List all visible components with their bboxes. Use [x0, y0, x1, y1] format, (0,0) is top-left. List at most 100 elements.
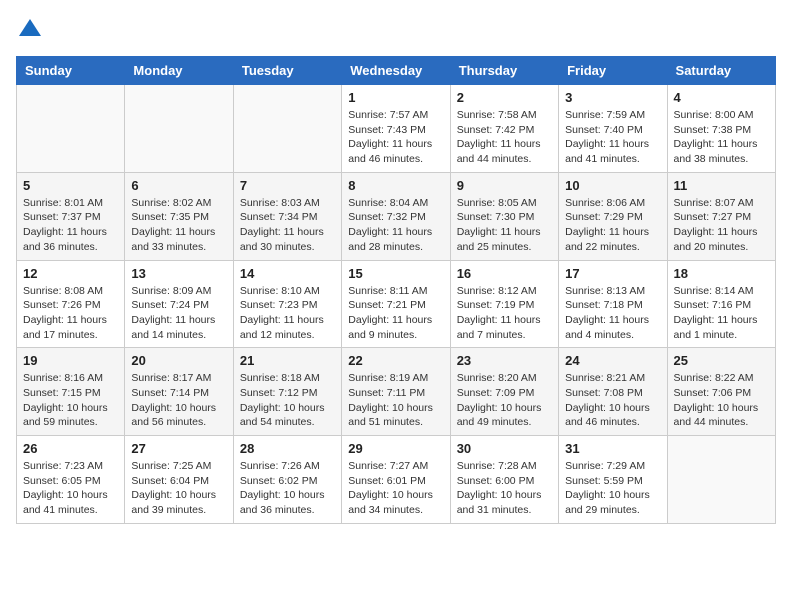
day-info: Sunrise: 7:27 AM Sunset: 6:01 PM Dayligh…: [348, 459, 443, 518]
day-info: Sunrise: 8:16 AM Sunset: 7:15 PM Dayligh…: [23, 371, 118, 430]
calendar-cell: 4 Sunrise: 8:00 AM Sunset: 7:38 PM Daylig…: [667, 85, 775, 173]
day-number: 4: [674, 90, 769, 105]
calendar-cell: 2Sunrise: 7:58 AM Sunset: 7:42 PM Daylig…: [450, 85, 558, 173]
day-info: Sunrise: 8:09 AM Sunset: 7:24 PM Dayligh…: [131, 284, 226, 343]
calendar-cell: 11Sunrise: 8:07 AM Sunset: 7:27 PM Dayli…: [667, 172, 775, 260]
logo: [16, 16, 48, 44]
calendar-cell: 26 Sunrise: 7:23 AM Sunset: 6:05 PM Dayli…: [17, 436, 125, 524]
calendar-cell: 25 Sunrise: 8:22 AM Sunset: 7:06 PM Dayli…: [667, 348, 775, 436]
calendar-week-row: 5 Sunrise: 8:01 AM Sunset: 7:37 PM Daylig…: [17, 172, 776, 260]
day-info: Sunrise: 7:28 AM Sunset: 6:00 PM Dayligh…: [457, 459, 552, 518]
day-number: 13: [131, 266, 226, 281]
calendar-cell: 23Sunrise: 8:20 AM Sunset: 7:09 PM Dayli…: [450, 348, 558, 436]
day-info: Sunrise: 8:22 AM Sunset: 7:06 PM Dayligh…: [674, 371, 769, 430]
calendar-week-row: 1 Sunrise: 7:57 AM Sunset: 7:43 PM Daylig…: [17, 85, 776, 173]
day-number: 31: [565, 441, 660, 456]
weekday-header-row: SundayMondayTuesdayWednesdayThursdayFrid…: [17, 57, 776, 85]
calendar-cell: 27 Sunrise: 7:25 AM Sunset: 6:04 PM Dayli…: [125, 436, 233, 524]
day-info: Sunrise: 8:12 AM Sunset: 7:19 PM Dayligh…: [457, 284, 552, 343]
day-number: 18: [674, 266, 769, 281]
day-number: 7: [240, 178, 335, 193]
page-header: [16, 16, 776, 44]
calendar-week-row: 19 Sunrise: 8:16 AM Sunset: 7:15 PM Dayli…: [17, 348, 776, 436]
day-number: 30: [457, 441, 552, 456]
calendar-cell: [17, 85, 125, 173]
day-number: 5: [23, 178, 118, 193]
day-info: Sunrise: 7:58 AM Sunset: 7:42 PM Dayligh…: [457, 108, 552, 167]
day-number: 25: [674, 353, 769, 368]
day-info: Sunrise: 7:26 AM Sunset: 6:02 PM Dayligh…: [240, 459, 335, 518]
day-number: 24: [565, 353, 660, 368]
calendar-cell: [125, 85, 233, 173]
day-number: 27: [131, 441, 226, 456]
calendar-cell: 9 Sunrise: 8:05 AM Sunset: 7:30 PM Daylig…: [450, 172, 558, 260]
calendar-cell: 13 Sunrise: 8:09 AM Sunset: 7:24 PM Dayli…: [125, 260, 233, 348]
day-info: Sunrise: 8:14 AM Sunset: 7:16 PM Dayligh…: [674, 284, 769, 343]
calendar-cell: 22Sunrise: 8:19 AM Sunset: 7:11 PM Dayli…: [342, 348, 450, 436]
calendar-cell: 19 Sunrise: 8:16 AM Sunset: 7:15 PM Dayli…: [17, 348, 125, 436]
day-number: 12: [23, 266, 118, 281]
weekday-header-monday: Monday: [125, 57, 233, 85]
calendar-cell: 7 Sunrise: 8:03 AM Sunset: 7:34 PM Daylig…: [233, 172, 341, 260]
day-number: 6: [131, 178, 226, 193]
day-number: 17: [565, 266, 660, 281]
calendar-cell: 5 Sunrise: 8:01 AM Sunset: 7:37 PM Daylig…: [17, 172, 125, 260]
weekday-header-friday: Friday: [559, 57, 667, 85]
day-number: 29: [348, 441, 443, 456]
calendar-cell: [667, 436, 775, 524]
day-info: Sunrise: 8:17 AM Sunset: 7:14 PM Dayligh…: [131, 371, 226, 430]
day-number: 8: [348, 178, 443, 193]
day-info: Sunrise: 7:25 AM Sunset: 6:04 PM Dayligh…: [131, 459, 226, 518]
calendar-cell: 15Sunrise: 8:11 AM Sunset: 7:21 PM Dayli…: [342, 260, 450, 348]
day-info: Sunrise: 8:13 AM Sunset: 7:18 PM Dayligh…: [565, 284, 660, 343]
day-info: Sunrise: 8:20 AM Sunset: 7:09 PM Dayligh…: [457, 371, 552, 430]
day-info: Sunrise: 7:59 AM Sunset: 7:40 PM Dayligh…: [565, 108, 660, 167]
day-number: 10: [565, 178, 660, 193]
calendar-week-row: 12 Sunrise: 8:08 AM Sunset: 7:26 PM Dayli…: [17, 260, 776, 348]
day-info: Sunrise: 7:23 AM Sunset: 6:05 PM Dayligh…: [23, 459, 118, 518]
day-info: Sunrise: 8:07 AM Sunset: 7:27 PM Dayligh…: [674, 196, 769, 255]
calendar-cell: 21 Sunrise: 8:18 AM Sunset: 7:12 PM Dayli…: [233, 348, 341, 436]
day-number: 26: [23, 441, 118, 456]
day-number: 3: [565, 90, 660, 105]
day-number: 14: [240, 266, 335, 281]
day-info: Sunrise: 8:18 AM Sunset: 7:12 PM Dayligh…: [240, 371, 335, 430]
day-info: Sunrise: 7:29 AM Sunset: 5:59 PM Dayligh…: [565, 459, 660, 518]
weekday-header-tuesday: Tuesday: [233, 57, 341, 85]
day-info: Sunrise: 8:10 AM Sunset: 7:23 PM Dayligh…: [240, 284, 335, 343]
day-info: Sunrise: 8:05 AM Sunset: 7:30 PM Dayligh…: [457, 196, 552, 255]
calendar-cell: 8 Sunrise: 8:04 AM Sunset: 7:32 PM Daylig…: [342, 172, 450, 260]
calendar-cell: 14 Sunrise: 8:10 AM Sunset: 7:23 PM Dayli…: [233, 260, 341, 348]
calendar-table: SundayMondayTuesdayWednesdayThursdayFrid…: [16, 56, 776, 524]
calendar-cell: 12 Sunrise: 8:08 AM Sunset: 7:26 PM Dayli…: [17, 260, 125, 348]
day-number: 9: [457, 178, 552, 193]
calendar-cell: 10 Sunrise: 8:06 AM Sunset: 7:29 PM Dayli…: [559, 172, 667, 260]
day-info: Sunrise: 7:57 AM Sunset: 7:43 PM Dayligh…: [348, 108, 443, 167]
day-info: Sunrise: 8:01 AM Sunset: 7:37 PM Dayligh…: [23, 196, 118, 255]
calendar-cell: 24 Sunrise: 8:21 AM Sunset: 7:08 PM Dayli…: [559, 348, 667, 436]
calendar-cell: 1 Sunrise: 7:57 AM Sunset: 7:43 PM Daylig…: [342, 85, 450, 173]
day-number: 19: [23, 353, 118, 368]
calendar-cell: 3 Sunrise: 7:59 AM Sunset: 7:40 PM Daylig…: [559, 85, 667, 173]
calendar-cell: 29 Sunrise: 7:27 AM Sunset: 6:01 PM Dayli…: [342, 436, 450, 524]
day-number: 20: [131, 353, 226, 368]
calendar-cell: 28 Sunrise: 7:26 AM Sunset: 6:02 PM Dayli…: [233, 436, 341, 524]
day-info: Sunrise: 8:00 AM Sunset: 7:38 PM Dayligh…: [674, 108, 769, 167]
day-info: Sunrise: 8:02 AM Sunset: 7:35 PM Dayligh…: [131, 196, 226, 255]
day-info: Sunrise: 8:21 AM Sunset: 7:08 PM Dayligh…: [565, 371, 660, 430]
day-number: 1: [348, 90, 443, 105]
calendar-cell: 17 Sunrise: 8:13 AM Sunset: 7:18 PM Dayli…: [559, 260, 667, 348]
calendar-cell: 6 Sunrise: 8:02 AM Sunset: 7:35 PM Daylig…: [125, 172, 233, 260]
day-number: 28: [240, 441, 335, 456]
calendar-week-row: 26 Sunrise: 7:23 AM Sunset: 6:05 PM Dayli…: [17, 436, 776, 524]
day-info: Sunrise: 8:06 AM Sunset: 7:29 PM Dayligh…: [565, 196, 660, 255]
day-number: 21: [240, 353, 335, 368]
day-info: Sunrise: 8:04 AM Sunset: 7:32 PM Dayligh…: [348, 196, 443, 255]
day-info: Sunrise: 8:03 AM Sunset: 7:34 PM Dayligh…: [240, 196, 335, 255]
weekday-header-thursday: Thursday: [450, 57, 558, 85]
day-info: Sunrise: 8:08 AM Sunset: 7:26 PM Dayligh…: [23, 284, 118, 343]
calendar-cell: 31 Sunrise: 7:29 AM Sunset: 5:59 PM Dayli…: [559, 436, 667, 524]
weekday-header-saturday: Saturday: [667, 57, 775, 85]
calendar-cell: 30 Sunrise: 7:28 AM Sunset: 6:00 PM Dayli…: [450, 436, 558, 524]
day-number: 22: [348, 353, 443, 368]
